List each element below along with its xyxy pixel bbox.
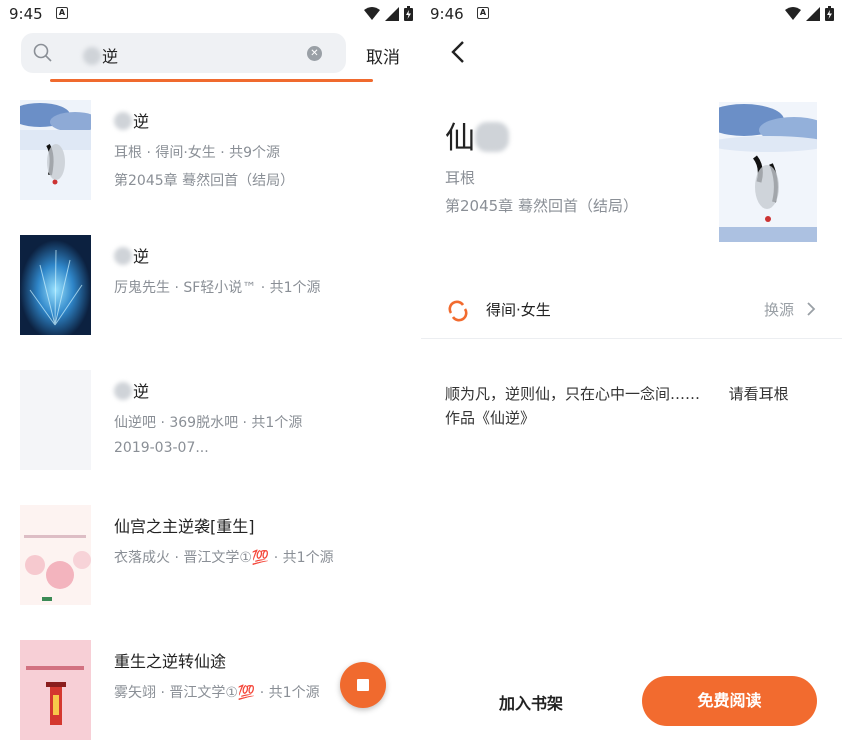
book-title: 仙 (445, 113, 510, 157)
battery-icon (404, 6, 413, 21)
book-meta: 耳根 · 得间·女生 · 共9个源 (114, 145, 281, 161)
signal-icon (385, 6, 399, 21)
stop-search-button[interactable] (340, 662, 386, 708)
book-title: 逆 (114, 243, 149, 267)
book-cover-placeholder (20, 370, 91, 470)
book-description: 顺为凡，逆则仙，只在心中一念间…… 请看耳根 作品《仙逆》 (445, 385, 789, 427)
book-author: 耳根 (445, 169, 476, 187)
add-to-shelf-button[interactable]: 加入书架 (499, 690, 563, 714)
book-cover (20, 235, 91, 335)
wifi-icon (364, 6, 380, 20)
book-detail-screen: 9:46 A 仙 耳根 第2045章 蓦然回首（结局） 得间·女生 换源 顺为凡… (421, 0, 842, 746)
search-query: 逆 (102, 47, 119, 66)
book-title: 仙宫之主逆袭[重生] (114, 517, 255, 536)
cancel-button[interactable]: 取消 (366, 43, 400, 68)
clear-icon[interactable]: ✕ (307, 46, 322, 61)
switch-source-button[interactable]: 换源 (764, 299, 794, 320)
chevron-right-icon (807, 302, 816, 316)
book-meta: 仙逆吧 · 369脱水吧 · 共1个源 (114, 415, 303, 431)
back-arrow-icon[interactable] (450, 40, 466, 64)
book-latest-chapter: 第2045章 蓦然回首（结局） (114, 173, 295, 189)
signal-icon (806, 6, 820, 21)
search-input[interactable]: 逆 ✕ (21, 33, 346, 73)
wifi-icon (785, 6, 801, 20)
book-cover (20, 640, 91, 740)
book-title: 逆 (114, 108, 149, 132)
status-time: 9:46 (430, 5, 464, 23)
book-meta: 厉鬼先生 · SF轻小说™ · 共1个源 (114, 280, 321, 296)
source-row[interactable]: 得间·女生 换源 (421, 283, 842, 339)
search-result-item[interactable]: 仙宫之主逆袭[重生] 衣落成火 · 晋江文学①💯 · 共1个源 (20, 505, 420, 615)
book-title: 逆 (114, 378, 149, 402)
status-bar: 9:46 A (421, 0, 842, 28)
system-icons (785, 6, 834, 21)
book-title: 重生之逆转仙途 (114, 652, 227, 671)
search-screen: 9:45 A 逆 ✕ 取消 逆 耳根 · 得间·女生 · 共9个源 第2045章… (0, 0, 421, 746)
read-free-button[interactable]: 免费阅读 (642, 676, 817, 726)
source-name: 得间·女生 (486, 301, 551, 319)
notification-icon: A (56, 7, 68, 19)
book-latest-chapter: 第2045章 蓦然回首（结局） (445, 197, 638, 215)
status-bar: 9:45 A (0, 0, 421, 28)
search-progress-bar (50, 79, 373, 82)
search-result-item[interactable]: 逆 仙逆吧 · 369脱水吧 · 共1个源 2019-03-07... (20, 370, 420, 480)
book-latest-chapter: 2019-03-07... (114, 440, 209, 456)
search-result-item[interactable]: 逆 厉鬼先生 · SF轻小说™ · 共1个源 (20, 235, 420, 345)
stop-icon (357, 679, 369, 691)
book-meta: 雾矢翊 · 晋江文学①💯 · 共1个源 (114, 685, 320, 701)
book-cover (20, 100, 91, 200)
book-cover (719, 102, 817, 242)
source-switch-icon (448, 300, 468, 322)
book-meta: 衣落成火 · 晋江文学①💯 · 共1个源 (114, 550, 334, 566)
book-cover (20, 505, 91, 605)
search-result-item[interactable]: 逆 耳根 · 得间·女生 · 共9个源 第2045章 蓦然回首（结局） (20, 100, 420, 210)
battery-icon (825, 6, 834, 21)
system-icons (364, 6, 413, 21)
notification-icon: A (477, 7, 489, 19)
search-icon (33, 43, 52, 62)
status-time: 9:45 (9, 5, 43, 23)
